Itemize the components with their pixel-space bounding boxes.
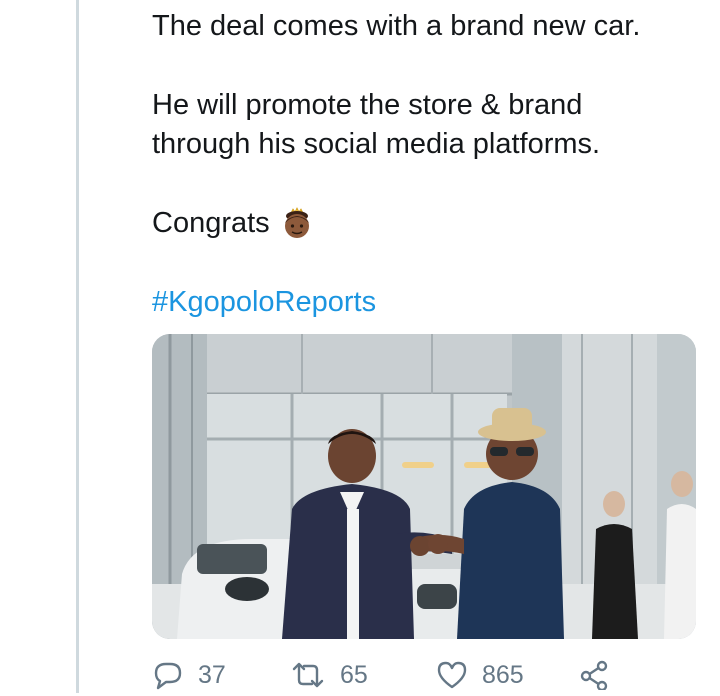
share-button[interactable] [578,660,610,690]
retweet-button[interactable]: 65 [290,660,368,690]
tweet-photo[interactable] [152,334,696,639]
like-count: 865 [482,660,524,689]
heart-icon [437,661,467,689]
retweet-icon [292,662,324,688]
hashtag-link[interactable]: #KgopoloReports [152,282,376,322]
congrats-text: Congrats [152,207,270,239]
tweet-text-line: through his social media platforms. [152,128,601,160]
share-icon [580,660,608,690]
tweet-text-line: Congrats [152,203,312,243]
photo-scene [152,334,696,639]
tweet-actions: 37 65 865 [152,656,692,696]
tweet-text-line: He will promote the store & brand [152,89,583,121]
prince-emoji-icon [282,207,312,239]
tweet-text-line: The deal comes with a brand new car. [152,10,641,42]
reply-icon [154,662,182,690]
retweet-count: 65 [340,660,368,689]
thread-line [76,0,79,693]
like-button[interactable]: 865 [436,660,524,690]
reply-button[interactable]: 37 [152,660,226,690]
reply-count: 37 [198,660,226,689]
